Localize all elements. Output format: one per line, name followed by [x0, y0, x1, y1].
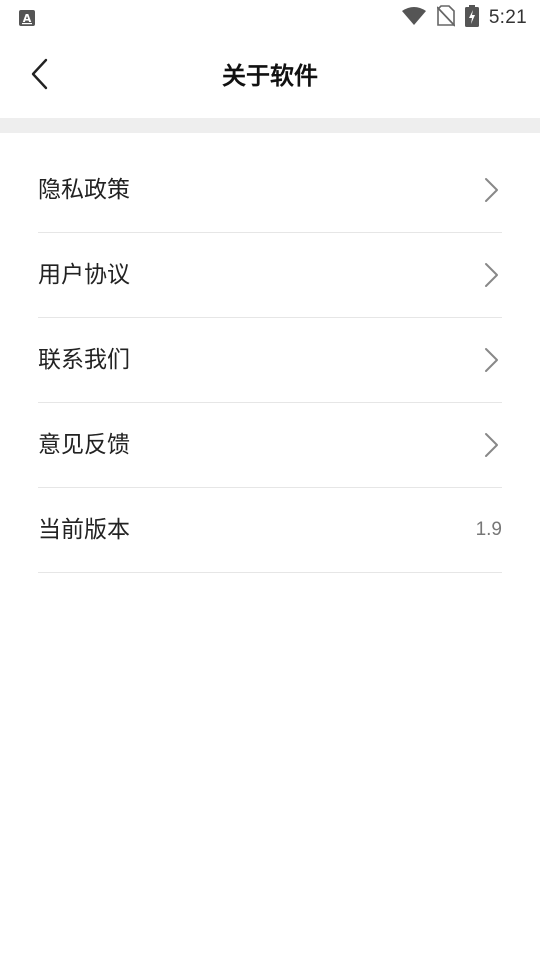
list-item-label: 意见反馈	[38, 432, 130, 458]
list-item-label: 当前版本	[38, 517, 130, 543]
battery-charging-icon	[464, 5, 479, 31]
list-item-label: 隐私政策	[38, 177, 130, 203]
app-toolbar: 关于软件	[0, 36, 540, 118]
section-divider	[0, 118, 540, 133]
list-item-label: 联系我们	[38, 347, 130, 373]
settings-list: 隐私政策 用户协议 联系我们 意见反馈 当前版本 1.9	[38, 148, 502, 573]
app-notification-icon: A	[19, 10, 35, 26]
list-item-contact-us[interactable]: 联系我们	[38, 318, 502, 403]
list-item-current-version: 当前版本 1.9	[38, 488, 502, 573]
chevron-right-icon	[482, 347, 500, 373]
status-bar: A 5:21	[0, 0, 540, 36]
status-icons: 5:21	[401, 5, 527, 31]
list-item-feedback[interactable]: 意见反馈	[38, 403, 502, 488]
list-item-user-agreement[interactable]: 用户协议	[38, 233, 502, 318]
version-value: 1.9	[475, 519, 502, 540]
no-sim-icon	[436, 5, 456, 31]
chevron-right-icon	[482, 177, 500, 203]
page-title: 关于软件	[222, 62, 318, 90]
list-item-label: 用户协议	[38, 262, 130, 288]
list-item-privacy-policy[interactable]: 隐私政策	[38, 148, 502, 233]
status-time: 5:21	[488, 7, 527, 28]
chevron-right-icon	[482, 432, 500, 458]
wifi-icon	[401, 6, 427, 30]
chevron-right-icon	[482, 262, 500, 288]
